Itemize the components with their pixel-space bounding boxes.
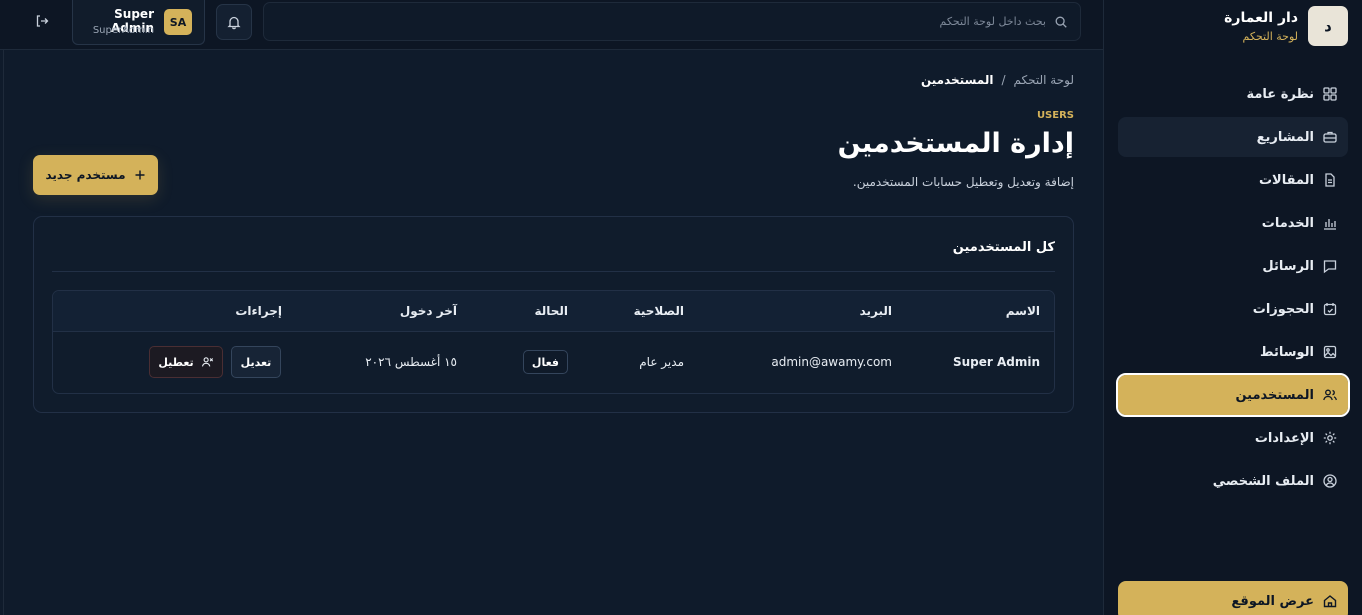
search-icon — [1054, 15, 1068, 29]
edit-label: تعديل — [240, 355, 272, 369]
sidebar-item-label: الوسائط — [1260, 344, 1314, 360]
sidebar-item-label: المستخدمين — [1235, 387, 1314, 403]
view-site-button[interactable]: عرض الموقع — [1118, 581, 1348, 615]
image-icon — [1322, 344, 1338, 360]
plus-icon — [134, 169, 146, 181]
page-title: إدارة المستخدمين — [837, 128, 1074, 159]
page-subtitle: إضافة وتعديل وتعطيل حسابات المستخدمين. — [852, 175, 1074, 189]
cell-last-login: ١٥ أغسطس ٢٠٢٦ — [365, 355, 457, 369]
user-menu[interactable]: SA Super Admin SuperAdmin — [72, 0, 205, 45]
message-icon — [1322, 258, 1338, 274]
sidebar-item-projects[interactable]: المشاريع — [1118, 117, 1348, 157]
cell-role: مدير عام — [639, 355, 684, 369]
users-card: كل المستخدمين الاسم البريد الصلاحية الحا… — [33, 216, 1074, 413]
grid-icon — [1322, 86, 1338, 102]
bell-icon — [226, 14, 242, 30]
edit-button[interactable]: تعديل — [231, 346, 281, 378]
avatar: SA — [164, 9, 192, 35]
notifications-button[interactable] — [216, 4, 252, 40]
sidebar-item-label: نظرة عامة — [1246, 86, 1314, 102]
breadcrumb-root[interactable]: لوحة التحكم — [1014, 73, 1075, 87]
new-user-label: مستخدم جديد — [45, 168, 126, 182]
sidebar-item-messages[interactable]: الرسائل — [1118, 246, 1348, 286]
bar-chart-icon — [1322, 215, 1338, 231]
column-header-email: البريد — [859, 304, 892, 318]
user-x-icon — [200, 355, 214, 369]
status-badge: فعال — [522, 350, 568, 374]
column-header-last-login: آخر دخول — [399, 304, 457, 318]
brand-logo[interactable]: د — [1308, 6, 1348, 46]
column-header-role: الصلاحية — [633, 304, 684, 318]
users-icon — [1322, 387, 1338, 403]
sidebar-nav: نظرة عامة المشاريع المقالات الخدمات الرس… — [1116, 74, 1350, 504]
topbar: SA Super Admin SuperAdmin — [0, 0, 1103, 50]
users-table: الاسم البريد الصلاحية الحالة آخر دخول إج… — [52, 290, 1055, 394]
calendar-check-icon — [1322, 301, 1338, 317]
sidebar-item-services[interactable]: الخدمات — [1118, 203, 1348, 243]
sidebar-item-profile[interactable]: الملف الشخصي — [1118, 461, 1348, 501]
search-input[interactable] — [286, 15, 1046, 28]
sidebar-item-label: الخدمات — [1261, 215, 1314, 231]
sidebar-item-label: المقالات — [1258, 172, 1314, 188]
sidebar-item-label: الإعدادات — [1254, 430, 1314, 446]
sidebar-item-bookings[interactable]: الحجوزات — [1118, 289, 1348, 329]
user-role: SuperAdmin — [92, 25, 154, 36]
breadcrumb-separator: / — [1001, 73, 1006, 87]
brand: د دار العمارة لوحة التحكم — [1118, 6, 1348, 46]
disable-button[interactable]: تعطيل — [149, 346, 223, 378]
search-box[interactable] — [263, 2, 1081, 41]
sidebar-item-media[interactable]: الوسائط — [1118, 332, 1348, 372]
column-header-name: الاسم — [1005, 304, 1040, 318]
page-eyebrow: USERS — [1036, 110, 1074, 121]
sidebar-item-label: الملف الشخصي — [1212, 473, 1314, 489]
sidebar-item-articles[interactable]: المقالات — [1118, 160, 1348, 200]
card-title: كل المستخدمين — [952, 240, 1055, 255]
document-icon — [1322, 172, 1338, 188]
divider — [52, 271, 1055, 272]
sidebar: د دار العمارة لوحة التحكم نظرة عامة المش… — [1103, 0, 1362, 615]
sidebar-item-users[interactable]: المستخدمين — [1116, 373, 1350, 417]
column-header-status: الحالة — [534, 304, 568, 318]
view-site-label: عرض الموقع — [1231, 593, 1314, 609]
sidebar-item-label: المشاريع — [1256, 129, 1314, 145]
breadcrumb: لوحة التحكم / المستخدمين — [921, 73, 1074, 87]
breadcrumb-current: المستخدمين — [920, 73, 994, 87]
window-edge — [3, 0, 4, 615]
disable-label: تعطيل — [158, 355, 194, 369]
gear-icon — [1322, 430, 1338, 446]
table-row: Super Admin admin@awamy.com مدير عام فعا… — [53, 332, 1054, 393]
briefcase-icon — [1322, 129, 1338, 145]
brand-subtitle: لوحة التحكم — [1242, 30, 1298, 43]
sidebar-item-settings[interactable]: الإعدادات — [1118, 418, 1348, 458]
home-icon — [1322, 593, 1338, 609]
cell-email: admin@awamy.com — [771, 355, 892, 369]
cell-name: Super Admin — [952, 355, 1040, 369]
new-user-button[interactable]: مستخدم جديد — [33, 155, 158, 195]
sidebar-item-overview[interactable]: نظرة عامة — [1118, 74, 1348, 114]
column-header-actions: إجراءات — [235, 304, 282, 318]
sidebar-item-label: الرسائل — [1262, 258, 1314, 274]
user-circle-icon — [1322, 473, 1338, 489]
logout-icon[interactable] — [34, 13, 50, 29]
brand-name: دار العمارة — [1224, 10, 1298, 26]
table-header: الاسم البريد الصلاحية الحالة آخر دخول إج… — [53, 291, 1054, 332]
sidebar-item-label: الحجوزات — [1252, 301, 1314, 317]
